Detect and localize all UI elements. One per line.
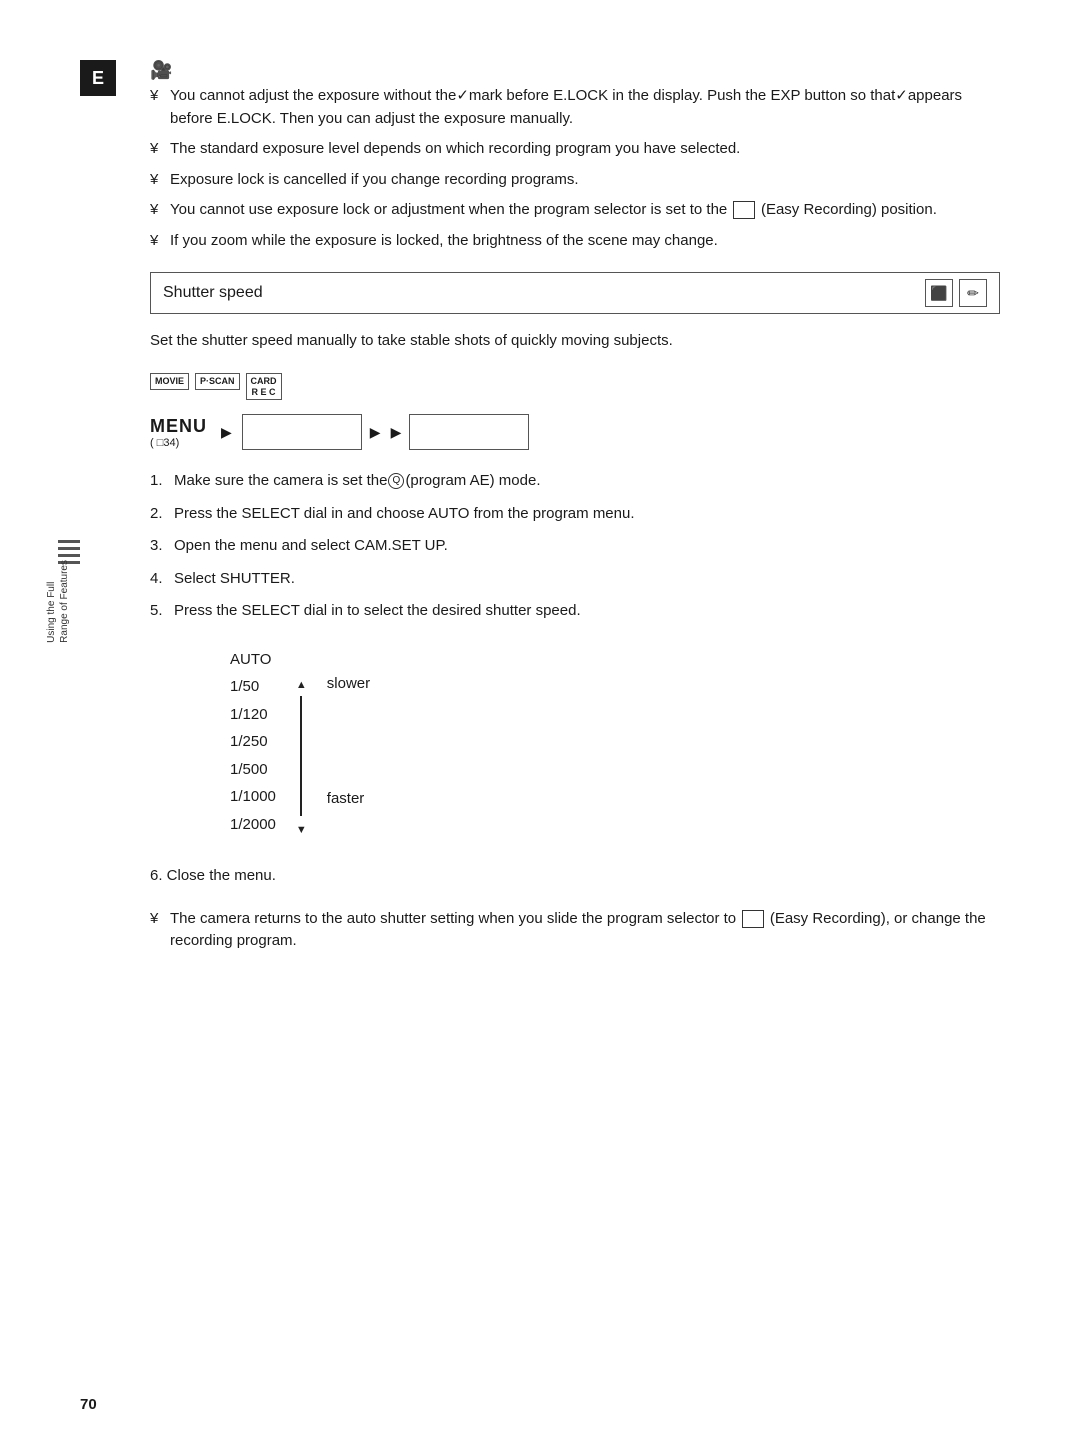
- header-icons: ⬛ ✏: [925, 279, 987, 307]
- pscan-label: P·SCAN: [200, 376, 235, 386]
- step-3-num: 3.: [150, 535, 163, 558]
- menu-arrow-3: ▶: [391, 424, 402, 441]
- step-3: 3. Open the menu and select CAM.SET UP.: [150, 535, 1000, 558]
- bullet-item-5: If you zoom while the exposure is locked…: [150, 230, 1000, 253]
- bottom-notes: The camera returns to the auto shutter s…: [150, 908, 1000, 953]
- mode-icons-row: MOVIE P·SCAN CARDR E C: [150, 373, 1000, 401]
- header-icon-1: ⬛: [925, 279, 953, 307]
- easy-rec-inline-bottom: [742, 910, 763, 928]
- shutter-arrow-col: [296, 647, 307, 838]
- step-4-text: Select SHUTTER.: [174, 570, 295, 587]
- arrow-up-icon: [296, 675, 307, 692]
- bullet-item-4: You cannot use exposure lock or adjustme…: [150, 199, 1000, 222]
- mode-icon-movie: MOVIE: [150, 373, 189, 390]
- shutter-auto: AUTO: [230, 647, 276, 673]
- step-3-text: Open the menu and select CAM.SET UP.: [174, 537, 448, 554]
- step-1-num: 1.: [150, 470, 163, 493]
- shutter-1-2000: 1/2000: [230, 812, 276, 838]
- step-1: 1. Make sure the camera is set theQ(prog…: [150, 470, 1000, 493]
- step-5-num: 5.: [150, 600, 163, 623]
- page-container: 🎥 You cannot adjust the exposure without…: [0, 0, 1080, 1443]
- shutter-1-1000: 1/1000: [230, 784, 276, 810]
- bullet-item-2: The standard exposure level depends on w…: [150, 138, 1000, 161]
- step-5: 5. Press the SELECT dial in to select th…: [150, 600, 1000, 623]
- mode-icon-pscan: P·SCAN: [195, 373, 240, 390]
- top-bullet-list: You cannot adjust the exposure without t…: [150, 85, 1000, 252]
- shutter-label-slower: slower: [327, 675, 370, 692]
- shutter-1-500: 1/500: [230, 757, 276, 783]
- step-2: 2. Press the SELECT dial in and choose A…: [150, 503, 1000, 526]
- step-4-num: 4.: [150, 568, 163, 591]
- menu-diagram: MENU ( □34) ▶ ▶ ▶: [150, 414, 1000, 450]
- bottom-note-text-1: The camera returns to the auto shutter s…: [170, 910, 986, 950]
- step-4: 4. Select SHUTTER.: [150, 568, 1000, 591]
- bullet-item-3: Exposure lock is cancelled if you change…: [150, 169, 1000, 192]
- shutter-1-250: 1/250: [230, 729, 276, 755]
- step-1-text: Make sure the camera is set theQ(program…: [174, 472, 541, 489]
- bullet-text-1: You cannot adjust the exposure without t…: [170, 87, 962, 127]
- header-icon-2: ✏: [959, 279, 987, 307]
- menu-word: MENU: [150, 416, 207, 437]
- content-area: 🎥 You cannot adjust the exposure without…: [150, 60, 1000, 953]
- program-ae-icon: Q: [388, 473, 404, 489]
- bullet-text-2: The standard exposure level depends on w…: [170, 140, 740, 157]
- bottom-note-1: The camera returns to the auto shutter s…: [150, 908, 1000, 953]
- top-note-area: 🎥 You cannot adjust the exposure without…: [150, 60, 1000, 252]
- shutter-labels-col: slower faster: [327, 647, 370, 807]
- menu-arrow-2: ▶: [370, 424, 381, 441]
- shutter-1-120: 1/120: [230, 702, 276, 728]
- arrow-line: [300, 696, 302, 816]
- camera-icon: 🎥: [150, 60, 1000, 81]
- step-2-num: 2.: [150, 503, 163, 526]
- bullet-item-1: You cannot adjust the exposure without t…: [150, 85, 1000, 130]
- filmstrip-icon: ⬛: [930, 285, 947, 302]
- shutter-label-faster: faster: [327, 790, 370, 807]
- step-2-text: Press the SELECT dial in and choose AUTO…: [174, 505, 635, 522]
- step-5-text: Press the SELECT dial in to select the d…: [174, 602, 581, 619]
- menu-label-col: MENU ( □34): [150, 416, 211, 449]
- bullet-text-5: If you zoom while the exposure is locked…: [170, 232, 718, 249]
- arrow-down-icon: [296, 820, 307, 837]
- card-rec-label: CARDR E C: [251, 376, 277, 397]
- menu-box-1: [242, 414, 362, 450]
- movie-label: MOVIE: [155, 376, 184, 386]
- steps-list: 1. Make sure the camera is set theQ(prog…: [150, 470, 1000, 623]
- shutter-1-50: 1/50: [230, 674, 276, 700]
- step-6: 6. Close the menu.: [150, 865, 1000, 888]
- bullet-text-3: Exposure lock is cancelled if you change…: [170, 171, 579, 188]
- easy-rec-inline: [733, 201, 754, 219]
- menu-ref: ( □34): [150, 437, 179, 449]
- menu-arrow-1: ▶: [221, 424, 232, 441]
- pencil-icon: ✏: [967, 285, 979, 302]
- section-header: Shutter speed ⬛ ✏: [150, 272, 1000, 314]
- section-header-title: Shutter speed: [163, 284, 263, 302]
- menu-box-2: [409, 414, 529, 450]
- mode-icon-card-rec: CARDR E C: [246, 373, 282, 401]
- section-intro: Set the shutter speed manually to take s…: [150, 330, 1000, 353]
- shutter-table: AUTO 1/50 1/120 1/250 1/500 1/1000 1/200…: [230, 647, 1000, 838]
- shutter-values: AUTO 1/50 1/120 1/250 1/500 1/1000 1/200…: [230, 647, 276, 838]
- bullet-text-4: You cannot use exposure lock or adjustme…: [170, 201, 937, 218]
